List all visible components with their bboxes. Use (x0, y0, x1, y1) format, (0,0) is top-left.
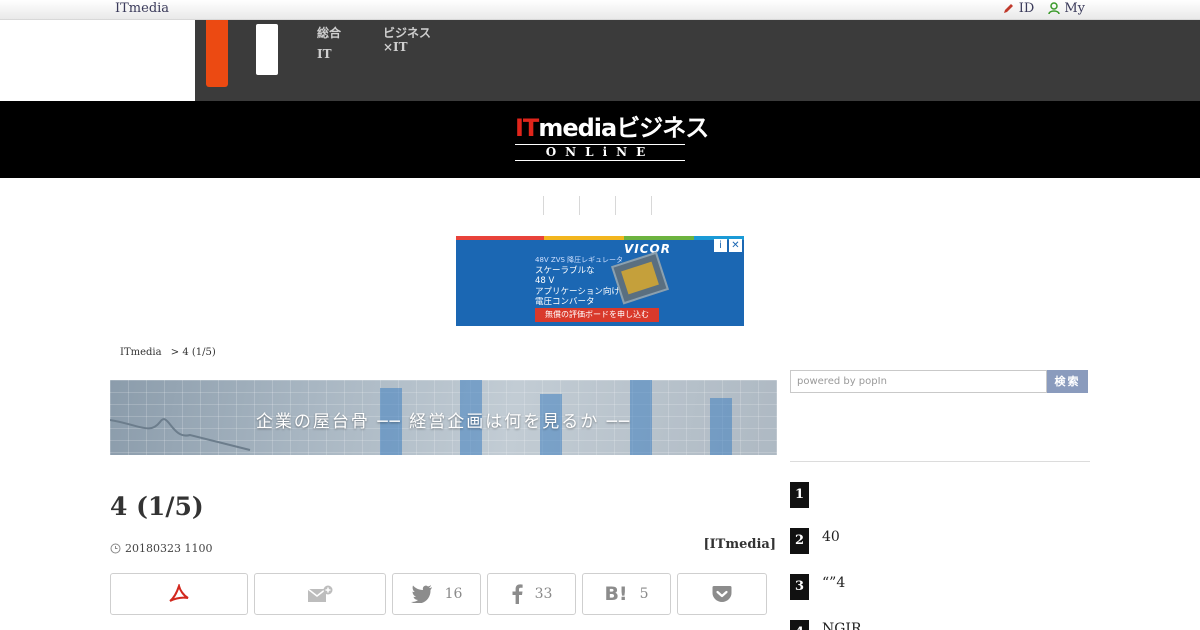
ad-stripe (624, 236, 694, 240)
ranking-number: 4 (790, 620, 809, 630)
nav-item-business-line2: ×IT (383, 40, 408, 54)
ad-stripe (544, 236, 624, 240)
hatena-bookmark-button[interactable]: B! 5 (582, 573, 671, 615)
twitter-icon (410, 585, 432, 603)
facebook-share-button[interactable]: 33 (487, 573, 576, 615)
banner-title: 企業の屋台骨 ── 経営企画は何を見るか ── (255, 412, 632, 432)
ad-line: スケーラブルな (535, 265, 595, 276)
logo-band: ITmediaビジネス ONLiNE (0, 101, 1200, 178)
facebook-count: 33 (534, 586, 553, 602)
hatena-bookmark-icon: B! (604, 583, 628, 605)
facebook-icon (512, 584, 523, 604)
nav-active-tab[interactable] (206, 20, 228, 87)
ad-line: 48 V (535, 276, 555, 286)
ranking-title[interactable]: NGIR (822, 621, 862, 630)
ad-line: 48V ZVS 降圧レギュレータ (535, 256, 624, 264)
hatena-count: 5 (639, 586, 649, 602)
series-banner[interactable]: 企業の屋台骨 ── 経営企画は何を見るか ── (110, 380, 777, 455)
nav-item-general-line2: IT (317, 47, 332, 61)
sidebar-divider (790, 461, 1090, 462)
ad-cta-button[interactable]: 無償の評価ボードを申し込む (535, 308, 659, 322)
search-button[interactable]: 検索 (1047, 370, 1088, 393)
breadcrumb-home[interactable]: ITmedia (120, 347, 162, 358)
ad-line: アプリケーション向け (535, 286, 620, 297)
ranking-number: 2 (790, 528, 809, 554)
mail-add-icon (307, 585, 333, 602)
breadcrumb-current: 4 (1/5) (182, 347, 216, 358)
logo-sub: ONLiNE (515, 144, 685, 161)
ranking-item[interactable]: 3 “”4 (790, 574, 1090, 600)
nav-item-general[interactable]: 総合 IT (317, 26, 341, 61)
nav-tab[interactable] (256, 24, 278, 75)
pocket-button[interactable] (677, 573, 767, 615)
breadcrumb: ITmedia > 4 (1/5) (120, 347, 216, 358)
top-bar: ITmedia ID My (0, 0, 1200, 20)
logo-prefix: IT (515, 114, 539, 142)
ad-controls: i ✕ (714, 239, 742, 252)
logo-rest: mediaビジネス (538, 114, 709, 142)
article-date: 20180323 1100 (110, 542, 212, 555)
ranking-number: 1 (790, 482, 809, 508)
ranking-number: 3 (790, 574, 809, 600)
ad-stripe (456, 236, 544, 240)
site-nav: 総合 IT ビジネス ×IT (0, 20, 1200, 101)
ranking-item[interactable]: 2 40 (790, 528, 1090, 554)
article-source: [ITmedia] (703, 537, 776, 552)
ad-copy: 48V ZVS 降圧レギュレータ スケーラブルな 48 V アプリケーション向け… (535, 255, 623, 308)
my-link[interactable]: My (1048, 1, 1085, 16)
pdf-icon (169, 584, 189, 602)
twitter-count: 16 (444, 586, 463, 602)
ad-close-icon[interactable]: ✕ (729, 239, 742, 252)
id-link-label: ID (1018, 1, 1035, 16)
pocket-icon (712, 586, 732, 602)
subnav-divider (651, 196, 652, 215)
my-link-label: My (1064, 1, 1085, 16)
twitter-share-button[interactable]: 16 (392, 573, 481, 615)
itmedia-home-link[interactable]: ITmedia (115, 1, 169, 16)
ad-banner[interactable]: VICOR i ✕ 48V ZVS 降圧レギュレータ スケーラブルな 48 V … (456, 236, 744, 326)
logo-main: ITmediaビジネス (515, 114, 709, 142)
breadcrumb-separator: > (170, 347, 180, 358)
nav-item-business[interactable]: ビジネス ×IT (383, 26, 431, 54)
nav-item-business-line1: ビジネス (383, 26, 432, 40)
search-input[interactable]: powered by popIn (790, 370, 1047, 393)
pdf-button[interactable] (110, 573, 248, 615)
ranking-title[interactable]: “”4 (822, 575, 845, 591)
ranking-item[interactable]: 4 NGIR (790, 620, 1090, 630)
subnav-divider (579, 196, 580, 215)
site-logo[interactable]: ITmediaビジネス ONLiNE (515, 114, 709, 163)
ranking-item[interactable]: 1 (790, 482, 1090, 508)
nav-item-general-line1: 総合 (317, 26, 342, 40)
pencil-icon (1003, 4, 1013, 13)
nav-blank-area (0, 20, 195, 101)
subnav-divider (615, 196, 616, 215)
ranking-title[interactable]: 40 (822, 529, 840, 545)
ad-line: 電圧コンバータ (535, 297, 595, 307)
mail-add-button[interactable] (254, 573, 386, 615)
article-date-text: 20180323 1100 (125, 542, 213, 555)
subnav-divider (543, 196, 544, 215)
clock-icon (110, 543, 121, 554)
ad-info-icon[interactable]: i (714, 239, 727, 252)
id-link[interactable]: ID (1002, 1, 1035, 16)
article-title: 4 (1/5) (110, 492, 204, 521)
top-links: ID My (1002, 1, 1085, 16)
user-icon (1048, 2, 1061, 15)
